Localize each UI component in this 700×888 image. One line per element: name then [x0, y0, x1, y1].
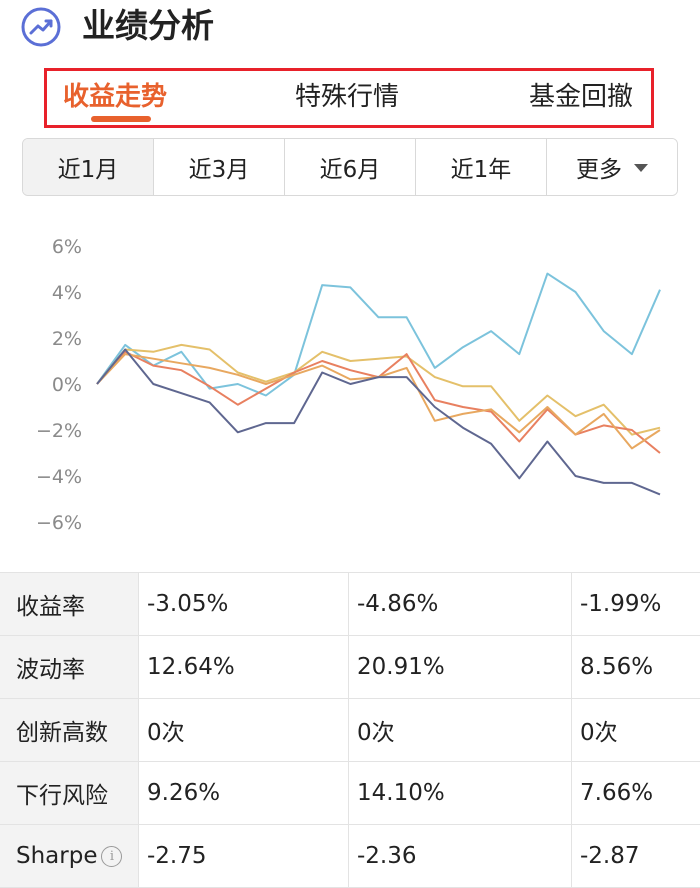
stats-value: -2.87: [572, 825, 700, 888]
tab-special-market[interactable]: 特殊行情: [295, 79, 399, 115]
stats-value: 14.10%: [349, 762, 572, 825]
period-label: 更多: [576, 150, 622, 184]
stats-value: -2.36: [349, 825, 572, 888]
tab-fund-drawdown[interactable]: 基金回撤: [529, 79, 633, 115]
analysis-tabs: 收益走势 特殊行情 基金回撤: [44, 68, 654, 128]
stats-row: 波动率 12.64%20.91%8.56%: [0, 636, 700, 699]
stats-value: -2.75: [139, 825, 349, 888]
stats-value: 12.64%: [139, 636, 349, 699]
period-selector: 近1月 近3月 近6月 近1年 更多: [22, 138, 678, 196]
period-3m[interactable]: 近3月: [154, 139, 285, 195]
period-6m[interactable]: 近6月: [285, 139, 416, 195]
stats-value: 9.26%: [139, 762, 349, 825]
series-line-3: [97, 352, 660, 453]
y-tick-label: 6%: [52, 236, 82, 258]
stats-table: 收益率 -3.05%-4.86%-1.99% 波动率 12.64%20.91%8.56…: [0, 572, 700, 888]
stats-value: 20.91%: [349, 636, 572, 699]
tab-returns-trend[interactable]: 收益走势: [63, 79, 167, 115]
stats-row: 创新高数0次0次0次: [0, 699, 700, 762]
stats-label-cell: 收益率: [0, 573, 139, 636]
series-line-2: [97, 345, 660, 435]
stats-value: 0次: [139, 699, 349, 762]
y-tick-label: −2%: [36, 420, 82, 442]
y-tick-label: −6%: [36, 512, 82, 534]
series-line-4: [97, 354, 660, 448]
stats-label-cell: 创新高数: [0, 699, 139, 762]
period-1y[interactable]: 近1年: [416, 139, 547, 195]
stats-value: 0次: [349, 699, 572, 762]
trend-chart-icon: [20, 6, 62, 48]
y-tick-label: 4%: [52, 282, 82, 304]
stats-label-cell: 波动率: [0, 636, 139, 699]
info-icon[interactable]: i: [101, 846, 122, 867]
stats-row: Sharpei-2.75-2.36-2.87: [0, 825, 700, 888]
period-label: 近1月: [58, 150, 119, 184]
stats-label: 创新高数: [16, 720, 108, 746]
stats-row: 收益率 -3.05%-4.86%-1.99%: [0, 573, 700, 636]
stats-label: 收益率: [16, 594, 85, 620]
y-tick-label: 0%: [52, 374, 82, 396]
section-header: 业绩分析: [0, 0, 700, 58]
stats-value: -3.05%: [139, 573, 349, 636]
stats-label: 下行风险: [16, 783, 108, 809]
returns-line-chart: 6% 4% 2% 0% −2% −4% −6%: [0, 210, 700, 560]
page-title: 业绩分析: [82, 4, 214, 48]
stats-value: -1.99%: [572, 573, 700, 636]
stats-row: 下行风险 9.26%14.10%7.66%: [0, 762, 700, 825]
stats-value: 0次: [572, 699, 700, 762]
period-label: 近6月: [320, 150, 381, 184]
stats-value: -4.86%: [349, 573, 572, 636]
period-more-dropdown[interactable]: 更多: [547, 139, 677, 195]
y-tick-label: −4%: [36, 466, 82, 488]
y-tick-label: 2%: [52, 328, 82, 350]
stats-label: 波动率: [16, 657, 85, 683]
period-1m[interactable]: 近1月: [23, 139, 154, 195]
period-label: 近3月: [189, 150, 250, 184]
period-label: 近1年: [451, 150, 512, 184]
stats-value: 7.66%: [572, 762, 700, 825]
stats-label-cell: Sharpei: [0, 825, 139, 888]
active-tab-indicator: [91, 116, 151, 122]
stats-label: Sharpe: [16, 843, 97, 869]
caret-down-icon: [634, 164, 648, 172]
stats-value: 8.56%: [572, 636, 700, 699]
stats-label-cell: 下行风险: [0, 762, 139, 825]
